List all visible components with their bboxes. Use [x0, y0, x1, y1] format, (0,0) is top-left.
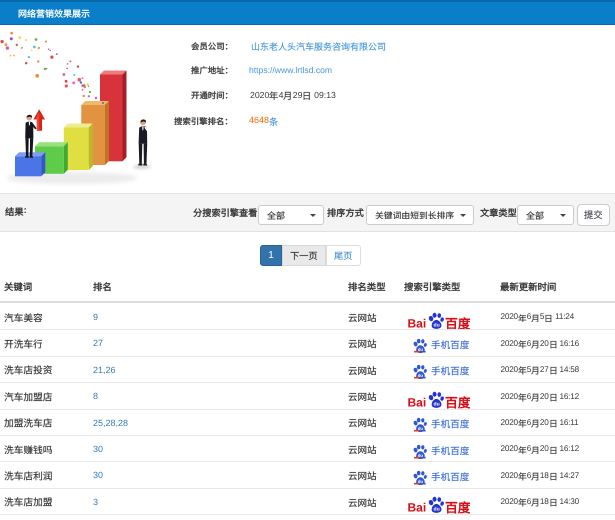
- svg-text:du: du: [433, 321, 439, 327]
- svg-text:Bai: Bai: [408, 501, 427, 515]
- svg-text:du: du: [433, 401, 439, 407]
- svg-text:du: du: [433, 506, 439, 512]
- svg-text:Bai: Bai: [408, 395, 427, 409]
- svg-text:Bai: Bai: [408, 316, 427, 330]
